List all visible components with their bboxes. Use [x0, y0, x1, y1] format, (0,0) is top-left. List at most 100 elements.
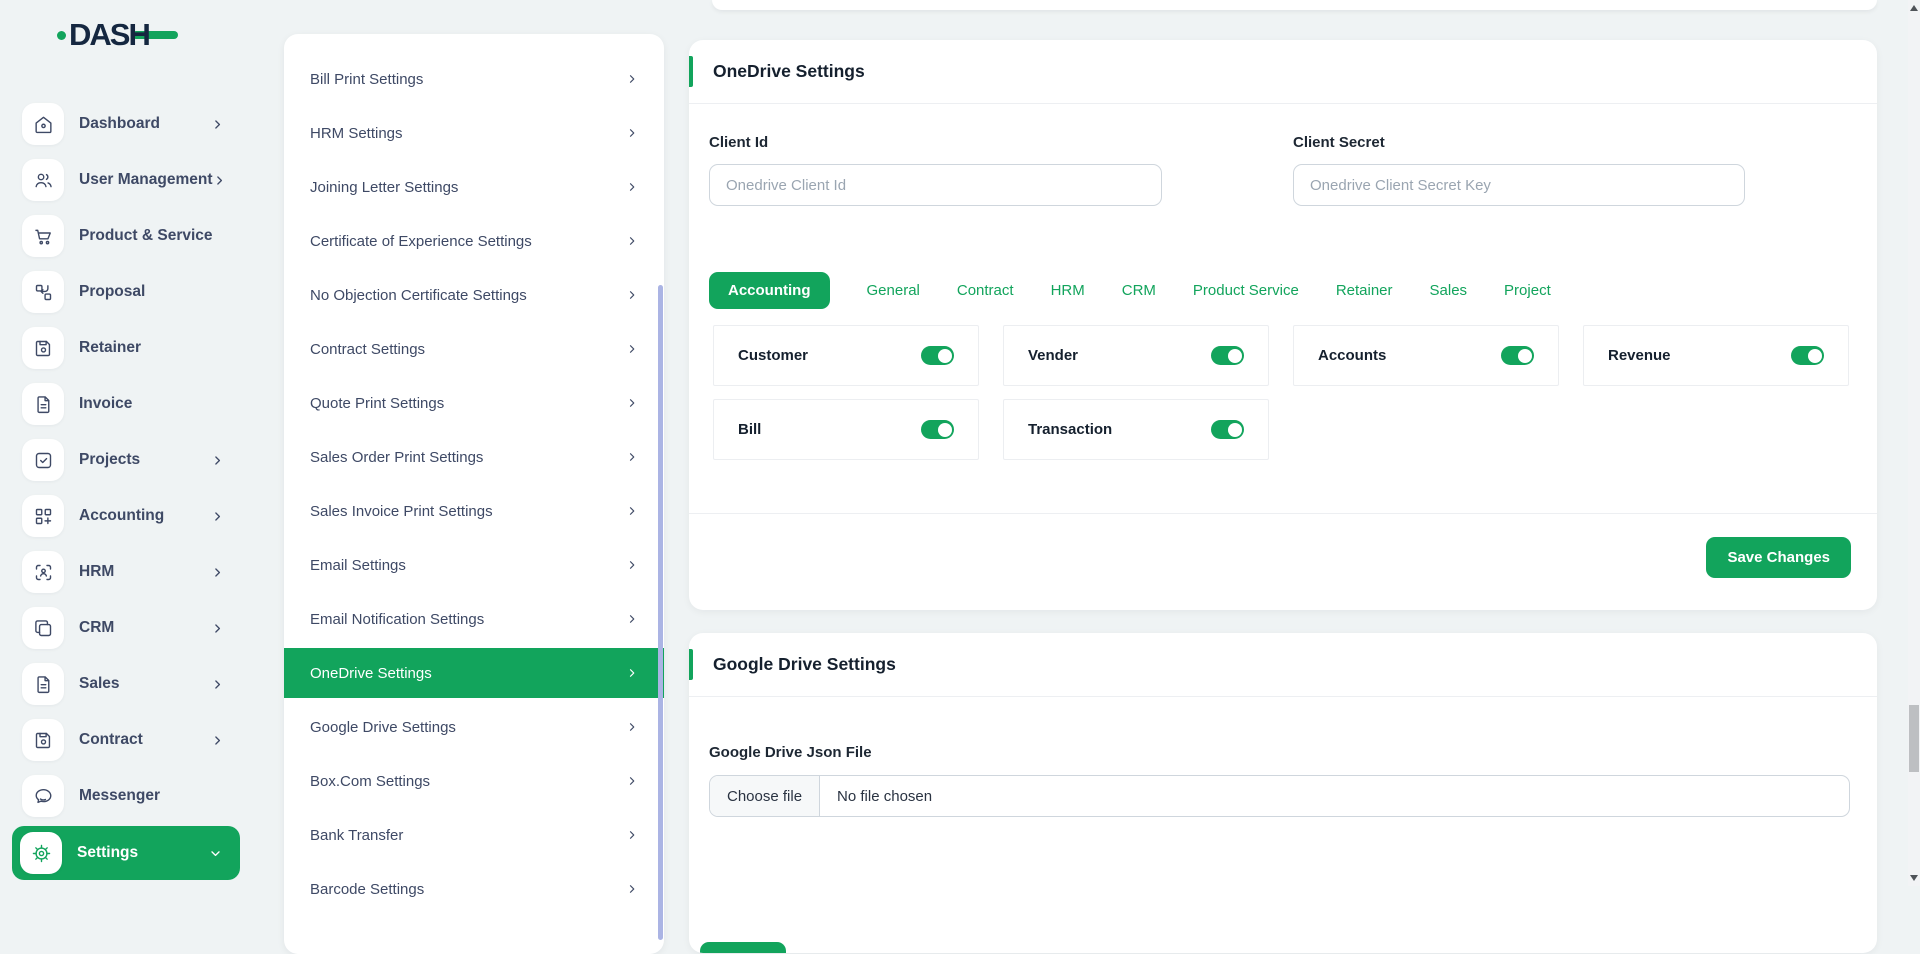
save-changes-button[interactable]: Save Changes: [1706, 537, 1851, 578]
settings-nav-item-box-com-settings[interactable]: Box.Com Settings: [284, 754, 664, 808]
brand-logo[interactable]: DASH: [57, 14, 178, 56]
sidebar-item-hrm[interactable]: HRM: [0, 544, 260, 600]
onedrive-card-footer: Save Changes: [689, 514, 1877, 601]
sidebar-item-label: Settings: [77, 844, 138, 862]
settings-nav-item-label: Quote Print Settings: [310, 395, 444, 412]
sidebar-item-contract[interactable]: Contract: [0, 712, 260, 768]
client-id-input[interactable]: [709, 164, 1162, 206]
sidebar-item-product-service[interactable]: Product & Service: [0, 208, 260, 264]
chevron-right-icon: [626, 775, 638, 787]
sidebar-item-retainer[interactable]: Retainer: [0, 320, 260, 376]
sidebar: DASH Dashboard User Management Product & S…: [0, 0, 260, 886]
chevron-right-icon: [211, 622, 224, 635]
sidebar-item-label: Sales: [79, 675, 120, 693]
chevron-right-icon: [626, 451, 638, 463]
toggle-label: Bill: [738, 421, 761, 438]
settings-nav-item-joining-letter-settings[interactable]: Joining Letter Settings: [284, 160, 664, 214]
chevron-down-icon: [209, 847, 222, 860]
sidebar-item-label: Contract: [79, 731, 143, 749]
toggle-switch-vender[interactable]: [1211, 346, 1244, 365]
sidebar-item-crm[interactable]: CRM: [0, 600, 260, 656]
proposal-icon: [22, 271, 64, 313]
chevron-right-icon: [626, 127, 638, 139]
toggle-switch-revenue[interactable]: [1791, 346, 1824, 365]
gdrive-title: Google Drive Settings: [713, 654, 896, 675]
switch-knob: [1228, 423, 1242, 437]
tab-project[interactable]: Project: [1504, 282, 1551, 299]
gdrive-partial-tab[interactable]: [700, 942, 786, 953]
credential-fields: Client Id Client Secret: [709, 134, 1857, 206]
tab-general[interactable]: General: [867, 282, 920, 299]
toggle-switch-transaction[interactable]: [1211, 420, 1244, 439]
settings-nav-item-onedrive-settings[interactable]: OneDrive Settings: [284, 648, 664, 698]
settings-nav-item-certificate-of-experience-settings[interactable]: Certificate of Experience Settings: [284, 214, 664, 268]
settings-nav-item-sales-invoice-print-settings[interactable]: Sales Invoice Print Settings: [284, 484, 664, 538]
chevron-right-icon: [211, 566, 224, 579]
settings-nav-item-barcode-settings[interactable]: Barcode Settings: [284, 862, 664, 916]
header-accent-bar: [689, 649, 693, 680]
client-id-label: Client Id: [709, 134, 1162, 151]
gdrive-card-header: Google Drive Settings: [689, 633, 1877, 697]
settings-nav-item-bill-print-settings[interactable]: Bill Print Settings: [284, 52, 664, 106]
scroll-up-arrow-icon[interactable]: [1910, 5, 1918, 11]
toggle-switch-customer[interactable]: [921, 346, 954, 365]
tab-sales[interactable]: Sales: [1430, 282, 1468, 299]
settings-nav-item-google-drive-settings[interactable]: Google Drive Settings: [284, 700, 664, 754]
settings-nav-item-quote-print-settings[interactable]: Quote Print Settings: [284, 376, 664, 430]
file-icon: [22, 383, 64, 425]
settings-nav-item-no-objection-certificate-settings[interactable]: No Objection Certificate Settings: [284, 268, 664, 322]
settings-nav-item-label: Email Settings: [310, 557, 406, 574]
chevron-right-icon: [211, 454, 224, 467]
settings-nav-item-label: Contract Settings: [310, 341, 425, 358]
sidebar-item-user-management[interactable]: User Management: [0, 152, 260, 208]
sidebar-item-proposal[interactable]: Proposal: [0, 264, 260, 320]
sidebar-item-dashboard[interactable]: Dashboard: [0, 96, 260, 152]
sidebar-item-accounting[interactable]: Accounting: [0, 488, 260, 544]
settings-nav-item-hrm-settings[interactable]: HRM Settings: [284, 106, 664, 160]
floppy-icon: [22, 327, 64, 369]
sidebar-item-label: Invoice: [79, 395, 132, 413]
choose-file-button[interactable]: Choose file: [710, 776, 820, 816]
toggle-switch-accounts[interactable]: [1501, 346, 1534, 365]
chevron-right-icon: [626, 559, 638, 571]
tab-accounting[interactable]: Accounting: [709, 272, 830, 309]
toggle-switch-bill[interactable]: [921, 420, 954, 439]
page-scrollbar[interactable]: [1908, 0, 1920, 886]
scroll-down-arrow-icon[interactable]: [1910, 875, 1918, 881]
sidebar-item-settings[interactable]: Settings: [12, 826, 240, 880]
check-square-icon: [22, 439, 64, 481]
tab-retainer[interactable]: Retainer: [1336, 282, 1393, 299]
settings-nav-item-sales-order-print-settings[interactable]: Sales Order Print Settings: [284, 430, 664, 484]
tab-hrm[interactable]: HRM: [1051, 282, 1085, 299]
chevron-right-icon: [626, 289, 638, 301]
settings-nav-item-email-notification-settings[interactable]: Email Notification Settings: [284, 592, 664, 646]
sidebar-item-sales[interactable]: Sales: [0, 656, 260, 712]
tab-crm[interactable]: CRM: [1122, 282, 1156, 299]
tab-product-service[interactable]: Product Service: [1193, 282, 1299, 299]
settings-nav-item-label: OneDrive Settings: [310, 665, 432, 682]
gdrive-card-body: Google Drive Json File Choose file No fi…: [689, 697, 1877, 817]
client-secret-input[interactable]: [1293, 164, 1745, 206]
gdrive-file-input[interactable]: Choose file No file chosen: [709, 775, 1850, 817]
sidebar-item-messenger[interactable]: Messenger: [0, 768, 260, 824]
sidebar-item-invoice[interactable]: Invoice: [0, 376, 260, 432]
settings-nav-item-label: No Objection Certificate Settings: [310, 287, 527, 304]
settings-nav-item-bank-transfer[interactable]: Bank Transfer: [284, 808, 664, 862]
switch-knob: [1228, 349, 1242, 363]
sidebar-item-label: User Management: [79, 171, 213, 189]
settings-nav-item-email-settings[interactable]: Email Settings: [284, 538, 664, 592]
page-scrollbar-thumb[interactable]: [1909, 705, 1919, 772]
chevron-right-icon: [626, 613, 638, 625]
settings-nav-item-label: Bank Transfer: [310, 827, 403, 844]
tab-contract[interactable]: Contract: [957, 282, 1014, 299]
toggle-card-transaction: Transaction: [1003, 399, 1269, 460]
file-icon: [22, 663, 64, 705]
gdrive-json-file-label: Google Drive Json File: [709, 744, 1857, 761]
chevron-right-icon: [626, 235, 638, 247]
cart-icon: [22, 215, 64, 257]
toggle-card-bill: Bill: [713, 399, 979, 460]
sidebar-item-projects[interactable]: Projects: [0, 432, 260, 488]
toggle-card-customer: Customer: [713, 325, 979, 386]
settings-panel-scrollbar-thumb[interactable]: [658, 285, 663, 940]
settings-nav-item-contract-settings[interactable]: Contract Settings: [284, 322, 664, 376]
